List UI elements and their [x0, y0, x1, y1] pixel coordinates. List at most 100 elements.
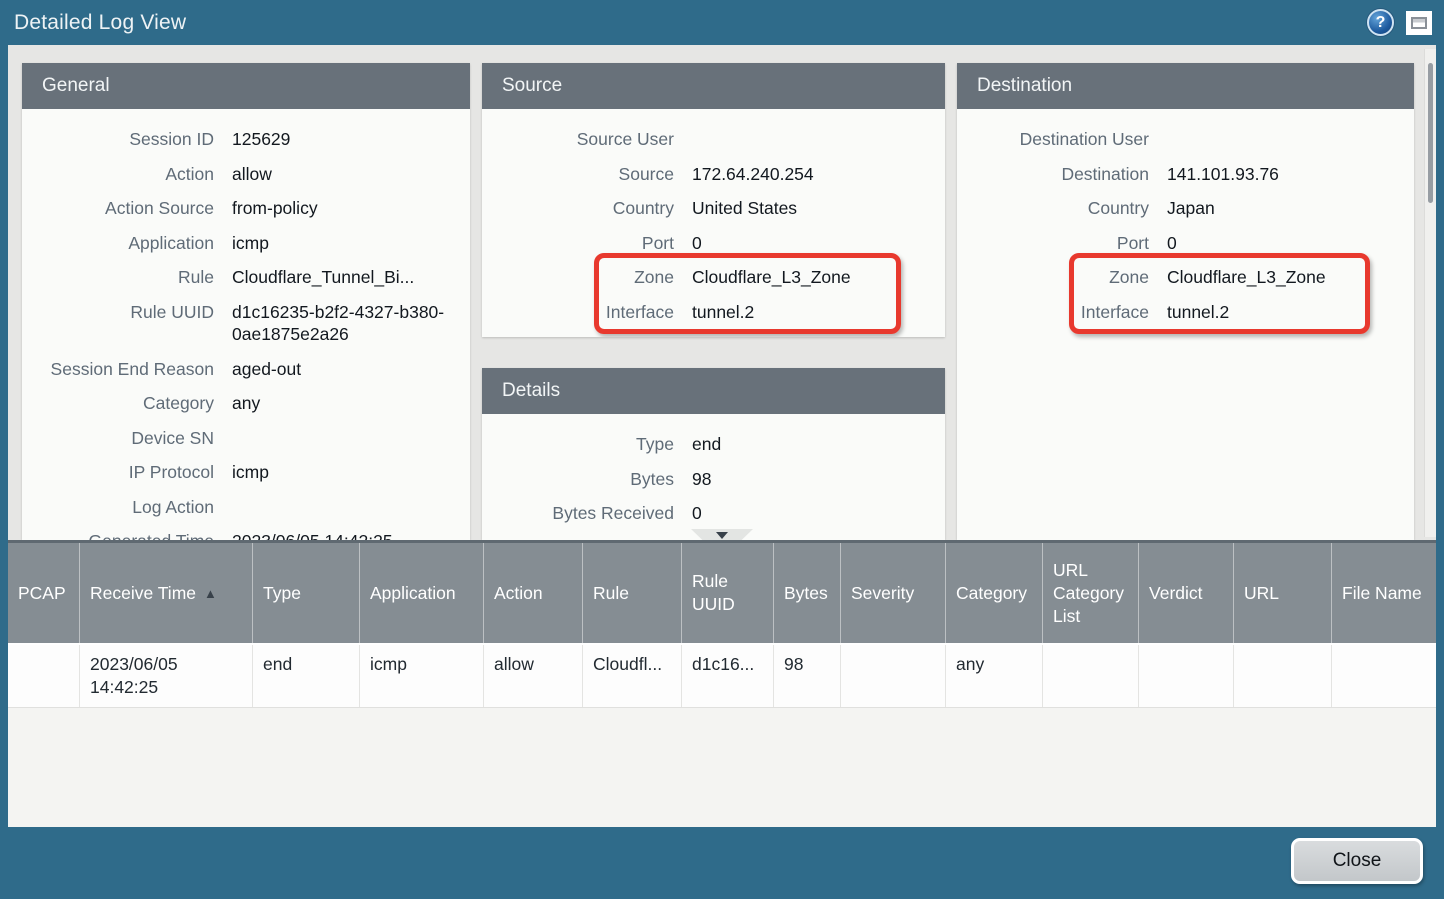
- page-title: Detailed Log View: [14, 11, 186, 35]
- field-row: Bytes Received 0: [482, 496, 945, 531]
- destination-rows: Destination User Destination 141.101.93.…: [957, 122, 1414, 260]
- chevron-down-icon: [716, 532, 728, 539]
- table-cell[interactable]: end: [253, 645, 360, 707]
- field-value: from-policy: [232, 197, 330, 220]
- table-cell[interactable]: allow: [484, 645, 583, 707]
- table-cell[interactable]: 98: [774, 645, 841, 707]
- field-label: Rule: [22, 266, 232, 289]
- field-row: Application icmp: [22, 226, 470, 261]
- field-value: 0: [692, 502, 714, 525]
- table-cell[interactable]: 2023/06/05 14:42:25: [80, 645, 253, 707]
- column-header-label: Bytes: [784, 582, 828, 605]
- general-panel-header: General: [22, 63, 470, 109]
- field-label: Country: [482, 197, 692, 220]
- field-label: Device SN: [22, 427, 232, 450]
- field-row: Country United States: [482, 191, 945, 226]
- field-label: Application: [22, 232, 232, 255]
- column-header[interactable]: PCAP: [8, 543, 80, 643]
- field-label: Country: [957, 197, 1167, 220]
- column-header[interactable]: Severity: [841, 543, 946, 643]
- help-icon[interactable]: ?: [1367, 9, 1394, 36]
- column-header[interactable]: Application: [360, 543, 484, 643]
- vertical-scrollbar[interactable]: [1424, 49, 1436, 537]
- field-label: Generated Time: [22, 530, 232, 540]
- field-value: United States: [692, 197, 809, 220]
- table-cell[interactable]: d1c16...: [682, 645, 774, 707]
- table-row[interactable]: 2023/06/05 14:42:25 end icmp allow Cloud…: [8, 643, 1436, 707]
- table-cell[interactable]: [841, 645, 946, 707]
- table-cell[interactable]: [1332, 645, 1436, 707]
- column-header-label: Receive Time: [90, 582, 196, 605]
- column-header[interactable]: URL: [1234, 543, 1332, 643]
- destination-panel: Destination Destination User Destination…: [957, 63, 1414, 540]
- dialog-content: General Session ID 125629 Action allow A…: [8, 45, 1436, 822]
- column-header[interactable]: Type: [253, 543, 360, 643]
- column-header-label: Type: [263, 582, 301, 605]
- field-label: Destination: [957, 163, 1167, 186]
- column-header[interactable]: Receive Time ▲: [80, 543, 253, 643]
- destination-zone-interface-group: Zone Cloudflare_L3_Zone Interface tunnel…: [957, 260, 1414, 329]
- column-header[interactable]: Verdict: [1139, 543, 1234, 643]
- field-row: Session ID 125629: [22, 122, 470, 157]
- field-value: 0: [1167, 232, 1189, 255]
- table-cell[interactable]: [8, 645, 80, 707]
- column-header[interactable]: File Name: [1332, 543, 1436, 643]
- details-panel: Details Type end Bytes 98: [482, 368, 945, 540]
- field-label: Interface: [957, 301, 1167, 324]
- field-row: Port 0: [482, 226, 945, 261]
- field-value: 98: [692, 468, 723, 491]
- column-header-label: Action: [494, 582, 543, 605]
- column-header-label: Rule: [593, 582, 629, 605]
- table-cell[interactable]: [1234, 645, 1332, 707]
- field-row: Destination 141.101.93.76: [957, 157, 1414, 192]
- field-row: Bytes 98: [482, 462, 945, 497]
- field-row: Interface tunnel.2: [957, 295, 1414, 330]
- source-panel: Source Source User Source 172.64.: [482, 63, 945, 337]
- field-row: Port 0: [957, 226, 1414, 261]
- field-row: Zone Cloudflare_L3_Zone: [957, 260, 1414, 295]
- field-label: Action: [22, 163, 232, 186]
- general-panel: General Session ID 125629 Action allow A…: [22, 63, 470, 540]
- column-header-label: File Name: [1342, 582, 1422, 605]
- general-panel-body: Session ID 125629 Action allow Action So…: [22, 109, 470, 540]
- field-row: Generated Time 2023/06/05 14:42:25: [22, 524, 470, 540]
- field-value: 0: [692, 232, 714, 255]
- field-value: any: [232, 392, 272, 415]
- column-header[interactable]: Bytes: [774, 543, 841, 643]
- field-row: Interface tunnel.2: [482, 295, 945, 330]
- field-value: [232, 427, 244, 450]
- field-label: Source: [482, 163, 692, 186]
- field-label: Category: [22, 392, 232, 415]
- table-cell[interactable]: [1139, 645, 1234, 707]
- field-value: 141.101.93.76: [1167, 163, 1291, 186]
- table-cell[interactable]: icmp: [360, 645, 484, 707]
- column-header[interactable]: Rule UUID: [682, 543, 774, 643]
- field-row: Log Action: [22, 490, 470, 525]
- field-label: Zone: [482, 266, 692, 289]
- scrollbar-thumb[interactable]: [1428, 63, 1433, 203]
- field-label: Port: [482, 232, 692, 255]
- field-row: Type end: [482, 427, 945, 462]
- close-button[interactable]: Close: [1291, 838, 1423, 884]
- source-boxed-rows: Zone Cloudflare_L3_Zone Interface tunnel…: [482, 260, 945, 329]
- field-label: Bytes Received: [482, 502, 692, 525]
- table-cell[interactable]: Cloudfl...: [583, 645, 682, 707]
- window-icon[interactable]: [1406, 11, 1432, 35]
- field-value: Cloudflare_L3_Zone: [1167, 266, 1338, 289]
- field-value: 172.64.240.254: [692, 163, 826, 186]
- column-header[interactable]: Category: [946, 543, 1043, 643]
- table-cell[interactable]: any: [946, 645, 1043, 707]
- table-cell[interactable]: [1043, 645, 1139, 707]
- field-row: Action allow: [22, 157, 470, 192]
- field-value: aged-out: [232, 358, 313, 381]
- field-value: [692, 128, 704, 151]
- destination-panel-body: Destination User Destination 141.101.93.…: [957, 109, 1414, 540]
- field-value: tunnel.2: [692, 301, 766, 324]
- column-header[interactable]: Action: [484, 543, 583, 643]
- field-label: Session End Reason: [22, 358, 232, 381]
- column-header[interactable]: Rule: [583, 543, 682, 643]
- field-label: Port: [957, 232, 1167, 255]
- details-panel-header: Details: [482, 368, 945, 414]
- field-value: icmp: [232, 461, 281, 484]
- column-header[interactable]: URL Category List: [1043, 543, 1139, 643]
